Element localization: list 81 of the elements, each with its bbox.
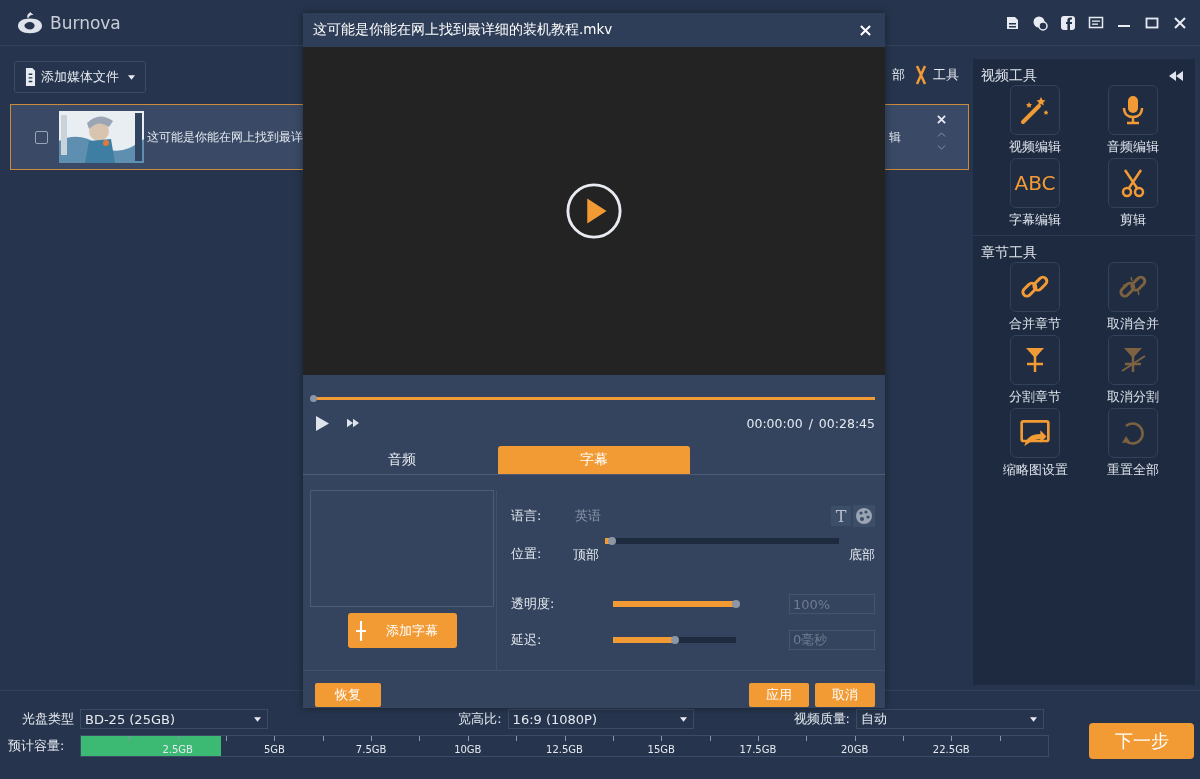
slider-max-label: 底部 (849, 546, 875, 564)
link-tool-button[interactable] (1010, 262, 1060, 312)
aspect-ratio-dropdown[interactable]: 16:9 (1080P) (507, 709, 694, 729)
document-icon[interactable] (1004, 14, 1020, 31)
wand-tool-button[interactable] (1010, 85, 1060, 135)
collapse-icon[interactable] (1169, 71, 1183, 81)
capacity-tick-label: 10GB (454, 744, 482, 755)
mic-tool-button[interactable] (1108, 85, 1158, 135)
fast-forward-icon[interactable] (347, 418, 359, 428)
total-time: 00:28:45 (818, 415, 875, 431)
video-quality-dropdown[interactable]: 自动 (856, 709, 1044, 729)
disc-type-label: 光盘类型 (22, 710, 74, 728)
file-info: 辑 (889, 128, 901, 146)
capacity-tick-label: 20GB (840, 744, 869, 755)
language-value: 英语 (575, 507, 601, 525)
checkbox[interactable] (35, 130, 48, 144)
delay-slider[interactable] (613, 637, 736, 643)
caret-icon (128, 74, 135, 80)
tool-label: 音频编辑 (1107, 139, 1159, 156)
caret-icon (254, 716, 261, 722)
section-title: 视频工具 (981, 67, 1037, 85)
position-slider[interactable] (605, 538, 839, 544)
tool-label: 缩略图设置 (1002, 462, 1068, 479)
feedback-icon[interactable] (1088, 14, 1104, 31)
opacity-label: 透明度: (511, 595, 556, 613)
video-quality-label: 视频质量: (793, 710, 850, 728)
capacity-tick-label: 5GB (263, 744, 285, 755)
tool-label: 分割章节 (1009, 389, 1061, 406)
scissors-tool-button[interactable] (1108, 158, 1158, 208)
app-name: Burnova (50, 12, 121, 33)
facebook-icon[interactable] (1060, 14, 1076, 31)
slider-thumb[interactable] (608, 537, 616, 545)
section-title: 章节工具 (981, 244, 1037, 262)
play-icon[interactable] (565, 182, 623, 240)
file-name: 这可能是你能在网上找到最详 (147, 129, 303, 145)
font-button[interactable]: T (831, 506, 851, 526)
delay-label: 延迟: (511, 631, 543, 649)
tool-label: 合并章节 (1009, 316, 1061, 333)
chat-icon[interactable] (1032, 14, 1048, 31)
caret-icon (679, 716, 687, 722)
tab[interactable]: 音频 (306, 446, 498, 474)
tools-button[interactable]: 工具 (915, 65, 959, 85)
close-icon[interactable] (860, 24, 871, 36)
close-icon[interactable] (1172, 14, 1188, 31)
thumbnail-tool-button[interactable] (1010, 408, 1060, 458)
progress-track[interactable] (313, 397, 875, 400)
current-time: 00:00:00 (746, 415, 803, 431)
tool-label: 字幕编辑 (1009, 212, 1061, 229)
add-media-button[interactable]: 添加媒体文件 (14, 61, 146, 93)
subtitle-tool-button[interactable]: ABC (1010, 158, 1060, 208)
plus-icon (355, 619, 366, 642)
progress-thumb[interactable] (310, 395, 317, 402)
tool-label: 取消分割 (1107, 389, 1159, 406)
capacity-tick-label: 15GB (647, 744, 675, 755)
slider-min-label: 顶部 (573, 546, 599, 564)
capacity-tick-label: 12.5GB (546, 744, 583, 755)
language-label: 语言: (511, 507, 543, 525)
slider-thumb[interactable] (670, 636, 679, 644)
tool-label: 视频编辑 (1009, 139, 1061, 156)
dialog-title: 这可能是你能在网上找到最详细的装机教程.mkv (313, 21, 613, 39)
capacity-tick-label: 22.5GB (932, 744, 970, 755)
tool-label: 剪辑 (1120, 212, 1146, 229)
capacity-tick-label: 7.5GB (355, 744, 387, 755)
caret-icon (1030, 716, 1037, 722)
split-tool-button[interactable] (1010, 335, 1060, 385)
toolbar-label: 部 (892, 66, 905, 84)
disc-logo-icon (16, 10, 44, 35)
capacity-label: 预计容量: (8, 737, 66, 755)
time-separator: / (808, 415, 813, 431)
tool-label: 重置全部 (1107, 462, 1159, 479)
position-label: 位置: (511, 545, 543, 563)
tool-label: 取消合并 (1107, 316, 1159, 333)
slider-thumb[interactable] (732, 600, 740, 608)
remove-icon[interactable] (937, 115, 946, 124)
capacity-tick-label: 17.5GB (739, 744, 777, 755)
play-icon[interactable] (316, 415, 329, 431)
aspect-ratio-label: 宽高比: (458, 710, 502, 728)
document-icon (25, 67, 36, 87)
palette-icon[interactable] (853, 505, 875, 527)
disc-type-dropdown[interactable]: BD-25 (25GB) (80, 709, 268, 729)
capacity-tick-label: 2.5GB (162, 744, 193, 755)
